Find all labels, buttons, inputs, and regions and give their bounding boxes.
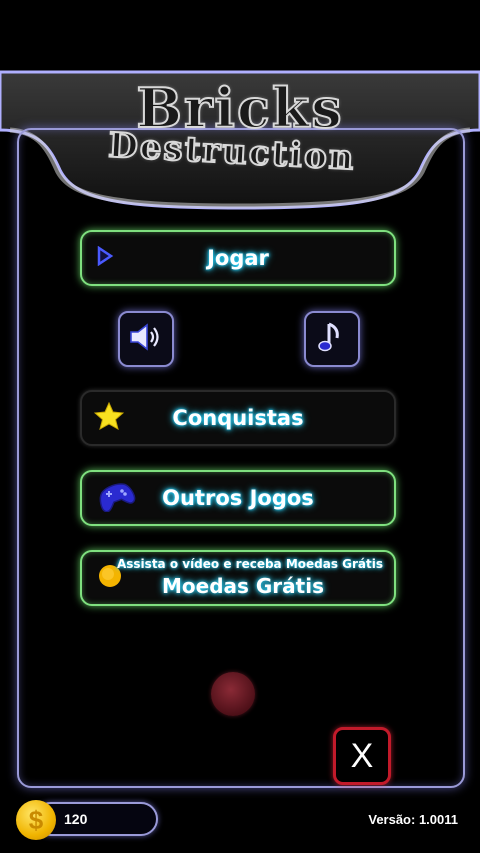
music-toggle-button[interactable] xyxy=(304,311,360,367)
play-button[interactable]: Jogar xyxy=(80,230,396,286)
gamepad-icon xyxy=(96,480,136,516)
play-label: Jogar xyxy=(207,246,269,270)
version-label: Versão: 1.0011 xyxy=(368,812,458,827)
other-games-label: Outros Jogos xyxy=(162,486,314,510)
music-note-icon xyxy=(317,320,347,358)
close-button[interactable]: X xyxy=(333,727,391,785)
free-coins-button[interactable]: Assista o vídeo e receba Moedas Grátis M… xyxy=(80,550,396,606)
free-coins-label: Moedas Grátis xyxy=(162,574,324,598)
star-icon xyxy=(93,401,125,434)
free-coins-caption: Assista o vídeo e receba Moedas Grátis xyxy=(116,557,384,571)
coin-balance-icon: $ xyxy=(16,800,56,840)
other-games-button[interactable]: Outros Jogos xyxy=(80,470,396,526)
sound-toggle-button[interactable] xyxy=(118,311,174,367)
speaker-icon xyxy=(127,321,165,357)
achievements-button[interactable]: Conquistas xyxy=(80,390,396,446)
coin-count: 120 xyxy=(64,811,88,827)
indicator-dot xyxy=(211,672,255,716)
play-icon xyxy=(96,245,114,270)
achievements-label: Conquistas xyxy=(172,406,304,430)
